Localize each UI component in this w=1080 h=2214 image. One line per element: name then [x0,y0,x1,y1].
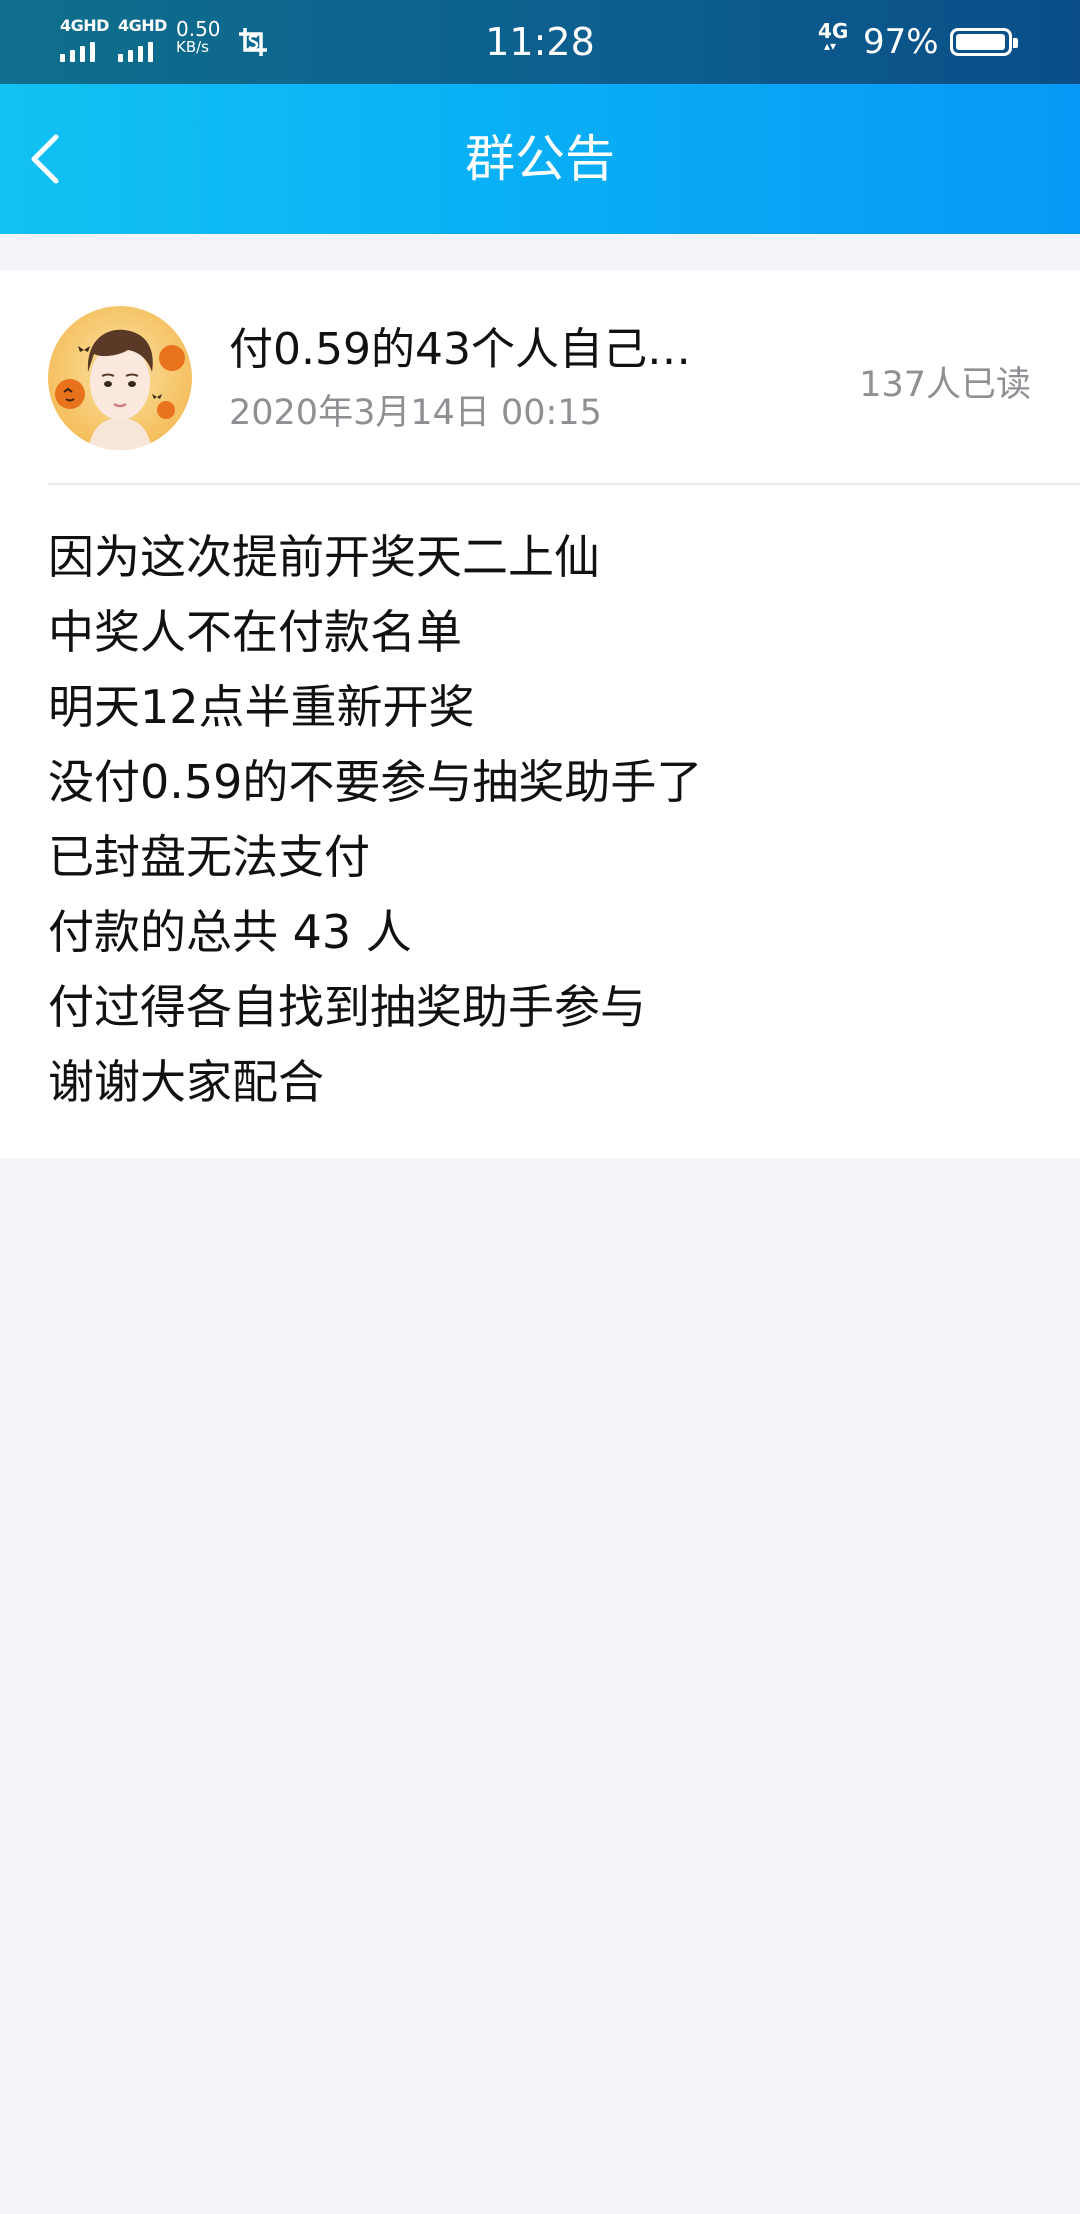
divider [48,483,1080,485]
notice-body-line: 明天12点半重新开奖 [48,680,475,734]
notice-body: 因为这次提前开奖天二上仙 中奖人不在付款名单 明天12点半重新开奖 没付0.59… [48,520,1038,1120]
notice-body-line: 谢谢大家配合 [48,1055,324,1109]
battery-icon [950,28,1018,56]
notice-body-line: 没付0.59的不要参与抽奖助手了 [48,755,703,809]
battery-percent: 97% [863,22,939,62]
title-bar: 群公告 [0,84,1080,234]
avatar[interactable] [48,306,192,450]
notice-body-line: 付过得各自找到抽奖助手参与 [48,980,646,1034]
network-4g-icon: 4G ▴▾ [818,19,849,53]
notice-body-line: 中奖人不在付款名单 [48,605,462,659]
notice-title: 付0.59的43个人自己… [229,324,691,375]
announcement-card: 付0.59的43个人自己… 2020年3月14日 00:15 137人已读 因为… [0,270,1080,1158]
avatar-image [48,306,192,450]
status-bar: 4GHD 4GHD 0.50 KB/s 11:28 4G ▴▾ 97% [0,0,1080,84]
notice-body-line: 付款的总共 43 人 [48,905,412,959]
notice-body-line: 已封盘无法支付 [48,830,370,884]
read-count[interactable]: 137人已读 [859,362,1031,408]
notice-date: 2020年3月14日 00:15 [229,393,602,433]
page-title: 群公告 [465,130,615,188]
notice-body-line: 因为这次提前开奖天二上仙 [48,530,600,584]
